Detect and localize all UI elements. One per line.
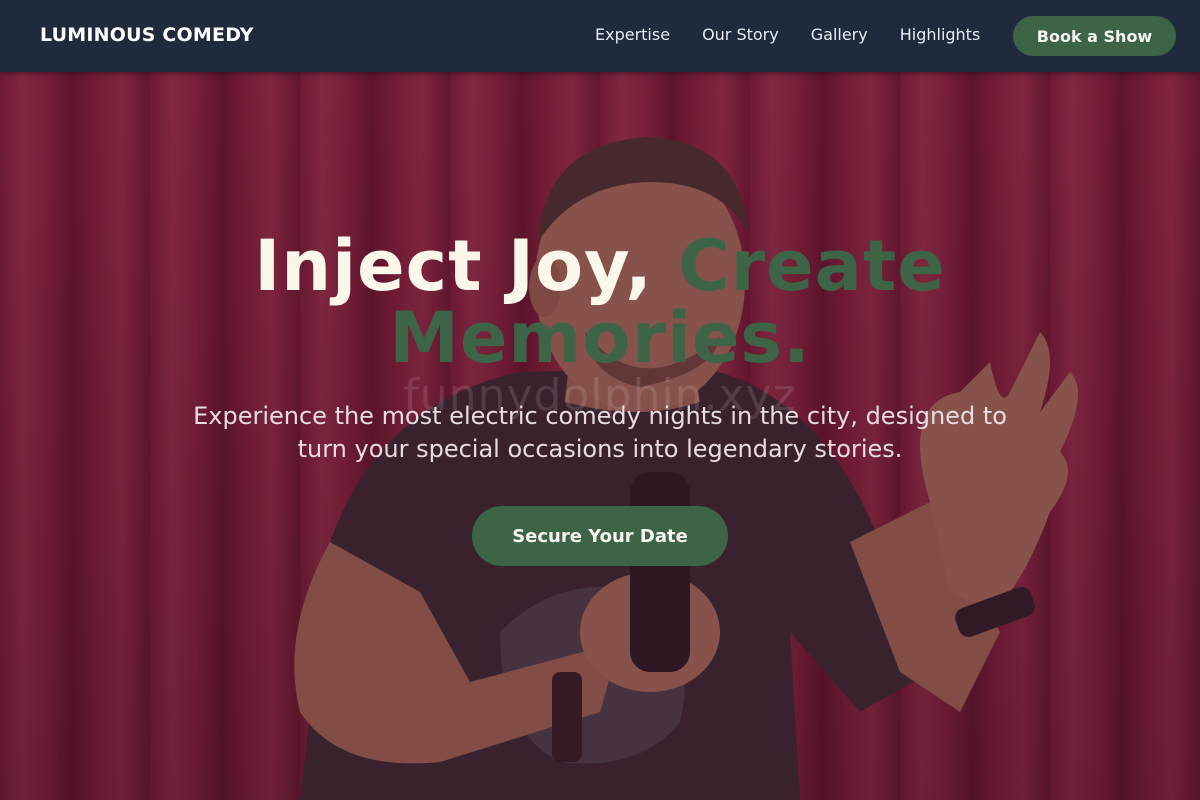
nav-link-expertise[interactable]: Expertise [595,25,670,44]
secure-your-date-button[interactable]: Secure Your Date [472,506,728,566]
nav-link-highlights[interactable]: Highlights [900,25,981,44]
hero-section: funnydolphin.xyz Inject Joy, Create Memo… [0,72,1200,800]
brand-logo[interactable]: LUMINOUS COMEDY [40,24,254,46]
book-a-show-button[interactable]: Book a Show [1013,16,1176,56]
hero-headline: Inject Joy, Create Memories. [100,230,1100,374]
hero-subtitle: Experience the most electric comedy nigh… [193,402,1007,463]
nav-link-our-story[interactable]: Our Story [702,25,779,44]
top-navbar: LUMINOUS COMEDY Expertise Our Story Gall… [0,0,1200,72]
main-nav: Expertise Our Story Gallery Highlights [595,25,980,44]
nav-link-gallery[interactable]: Gallery [811,25,868,44]
headline-primary: Inject Joy, [254,225,653,307]
